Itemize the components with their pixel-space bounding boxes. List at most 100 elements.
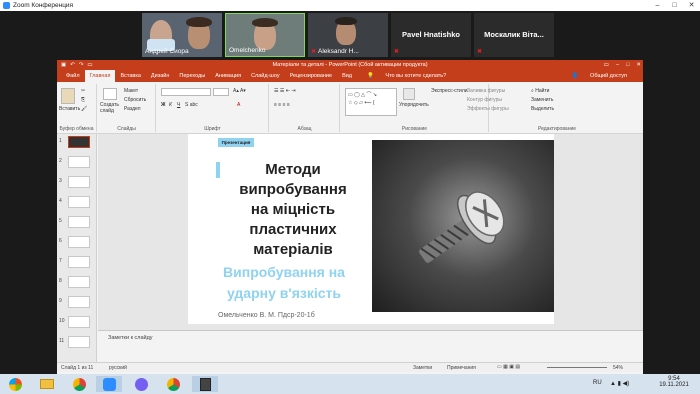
participant-tile[interactable]: Pavel Hnatishko ✖ xyxy=(391,13,471,57)
select-button[interactable]: Выделить xyxy=(531,106,554,112)
zoom-background xyxy=(643,60,700,374)
calculator-icon[interactable] xyxy=(192,376,218,392)
group-editing: ⌕ Найти Заменить Выделить Редактирование xyxy=(531,88,577,132)
bold-icon[interactable]: Ж xyxy=(161,102,166,108)
tab-design[interactable]: Дизайн xyxy=(146,70,175,82)
language-indicator: русский xyxy=(109,365,127,371)
taskbar: RU ▲ ▮ ◀) 9:54 19.11.2021 xyxy=(0,374,700,394)
new-slide-button[interactable]: Создать слайд xyxy=(100,102,124,114)
comments-toggle-button[interactable]: Примечания xyxy=(447,365,476,371)
tab-insert[interactable]: Вставка xyxy=(115,70,145,82)
tab-transitions[interactable]: Переходы xyxy=(174,70,210,82)
find-button[interactable]: ⌕ Найти xyxy=(531,88,549,94)
slide-thumbnail[interactable] xyxy=(68,296,90,308)
chrome-icon[interactable] xyxy=(66,376,92,392)
slide-thumbnail[interactable] xyxy=(68,176,90,188)
minimize-icon[interactable]: – xyxy=(649,0,666,11)
font-grow-icon[interactable]: A▴ A▾ xyxy=(233,88,246,94)
viber-icon[interactable] xyxy=(128,376,154,392)
tell-me-search[interactable]: 💡 Что вы хотите сделать? xyxy=(357,70,456,82)
copy-icon[interactable]: ⎘ xyxy=(81,97,85,103)
participant-tile[interactable]: Москалик Віта... ✖ xyxy=(474,13,554,57)
slide-thumbnail[interactable] xyxy=(68,136,90,148)
layout-button[interactable]: Макет xyxy=(124,88,138,94)
font-name-input[interactable] xyxy=(161,88,211,96)
start-button[interactable] xyxy=(2,376,28,392)
shadow-icon[interactable]: S abc xyxy=(185,102,198,108)
close-icon[interactable]: ✕ xyxy=(636,62,641,68)
slide-thumbnail[interactable] xyxy=(68,316,90,328)
maximize-icon[interactable]: □ xyxy=(626,62,629,68)
format-painter-icon[interactable]: 🖌 xyxy=(81,106,87,112)
participant-tile[interactable]: Omelchenko xyxy=(225,13,305,57)
language-indicator[interactable]: RU xyxy=(593,380,602,386)
workspace: 1 2 3 4 5 6 7 8 9 10 11 Презентация Мето… xyxy=(57,134,643,374)
ppt-titlebar: ▣ ↶ ↷ ▭ Матеріали та деталі - PowerPoint… xyxy=(57,60,643,70)
explorer-icon[interactable] xyxy=(34,376,60,392)
italic-icon[interactable]: К xyxy=(169,102,172,108)
slide-thumbnail[interactable] xyxy=(68,276,90,288)
clock[interactable]: 9:54 19.11.2021 xyxy=(654,376,694,388)
tab-file[interactable]: Файл xyxy=(61,70,85,82)
search-icon: ⌕ xyxy=(531,88,534,94)
new-slide-icon[interactable] xyxy=(103,88,117,100)
minimize-icon[interactable]: – xyxy=(616,62,619,68)
zoom-window-title: Zoom Конференция xyxy=(13,2,74,9)
ppt-doc-title: Матеріали та деталі - PowerPoint (Сбой а… xyxy=(272,62,428,68)
slide-thumbnail[interactable] xyxy=(68,256,90,268)
replace-button[interactable]: Заменить xyxy=(531,97,553,103)
slide-thumbnail[interactable] xyxy=(68,236,90,248)
shape-outline-button[interactable]: Контур фигуры xyxy=(467,97,502,103)
slide-tag: Презентация xyxy=(218,138,254,147)
arrange-icon[interactable] xyxy=(403,88,415,100)
group-slides: Создать слайд Макет Сбросить Раздел Слай… xyxy=(98,84,156,132)
participant-name: Pavel Hnatishko xyxy=(402,30,460,39)
shape-fill-button[interactable]: Заливка фигуры xyxy=(467,88,505,94)
maximize-icon[interactable]: □ xyxy=(666,0,683,11)
group-drawing: ▭ ◯ △ ⌒ ↘ ☆ ◇ ▱ ⟵ { Упорядочить Экспресс… xyxy=(341,84,509,132)
section-button[interactable]: Раздел xyxy=(124,106,141,112)
slide-screw-image xyxy=(372,140,554,312)
participant-name: Aleksandr H... xyxy=(318,48,359,55)
shape-effects-button[interactable]: Эффекты фигуры xyxy=(467,106,509,112)
zoom-slider[interactable] xyxy=(547,367,607,368)
tab-home[interactable]: Главная xyxy=(84,70,116,82)
zoom-logo-icon xyxy=(3,2,10,9)
arrange-button[interactable]: Упорядочить xyxy=(399,102,429,108)
cut-icon[interactable]: ✂ xyxy=(81,88,85,94)
shapes-gallery[interactable]: ▭ ◯ △ ⌒ ↘ ☆ ◇ ▱ ⟵ { xyxy=(345,88,397,116)
tab-slideshow[interactable]: Слайд-шоу xyxy=(246,70,285,82)
zoom-taskbar-icon[interactable] xyxy=(96,376,122,392)
paste-button[interactable]: Вставить xyxy=(59,106,80,112)
zoom-titlebar: Zoom Конференция – □ ✕ xyxy=(0,0,700,11)
font-size-input[interactable] xyxy=(213,88,229,96)
zoom-level[interactable]: 54% xyxy=(613,365,623,371)
quick-styles-button[interactable]: Экспресс-стили xyxy=(431,88,468,94)
underline-icon[interactable]: Ч xyxy=(177,102,180,108)
slide-title: Методи випробування на міцність пластичн… xyxy=(239,161,347,258)
tray-icons[interactable]: ▲ ▮ ◀) xyxy=(610,380,629,387)
ribbon-display-icon[interactable]: ▭ xyxy=(604,62,609,68)
current-slide[interactable]: Презентация Методи випробування на міцні… xyxy=(188,134,554,324)
close-icon[interactable]: ✕ xyxy=(683,0,700,11)
notes-pane[interactable]: Заметки к слайду xyxy=(98,330,643,344)
reset-button[interactable]: Сбросить xyxy=(124,97,146,103)
slide-thumbnail[interactable] xyxy=(68,196,90,208)
participant-tile[interactable]: Андрей Сиора xyxy=(142,13,222,57)
slide-subtitle: Випробування на ударну в'язкість xyxy=(223,264,345,301)
font-color-icon[interactable]: A xyxy=(237,102,240,108)
bullets-icon[interactable]: ☰ ☰ ⇤ ⇥ xyxy=(274,88,296,94)
tab-view[interactable]: Вид xyxy=(337,70,357,82)
notes-toggle-button[interactable]: Заметки xyxy=(413,365,432,371)
view-buttons[interactable]: ▭ ▦ ▣ ▤ xyxy=(497,364,520,370)
slide-thumbnail[interactable] xyxy=(68,156,90,168)
tab-animations[interactable]: Анимация xyxy=(210,70,246,82)
slide-thumbnail[interactable] xyxy=(68,336,90,348)
participant-tile[interactable]: ✖ Aleksandr H... xyxy=(308,13,388,57)
slide-thumbnail[interactable] xyxy=(68,216,90,228)
chrome-icon[interactable] xyxy=(160,376,186,392)
share-button[interactable]: 👤 Общий доступ xyxy=(562,70,637,82)
tab-review[interactable]: Рецензирование xyxy=(285,70,337,82)
paste-icon[interactable] xyxy=(61,88,75,104)
align-icon[interactable]: ≡ ≡ ≡ ≡ xyxy=(274,102,290,108)
